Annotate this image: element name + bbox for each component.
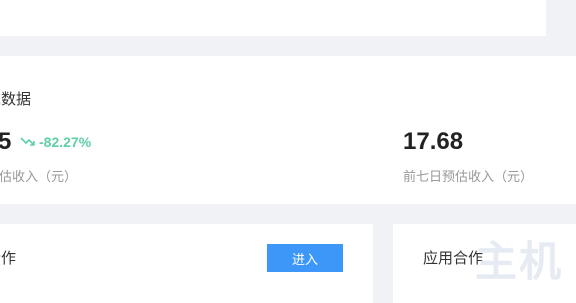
app-cooperation-card: 应用合作 主机 [393,224,576,303]
watermark: 主机 [475,237,564,286]
summary-title: 总数据 [0,91,32,108]
enter-button[interactable]: 进入 [267,244,343,272]
trend-percent: -82.27% [39,134,92,150]
app-cooperation-title: 应用合作 [423,250,484,267]
trend-down-icon [20,137,35,146]
estimated-income-value: 5 [0,128,12,155]
last-seven-days-value: 17.68 [403,128,464,155]
trend-indicator: -82.27% [20,134,91,150]
dashboard: 总数据 5 -82.27% 预估收入（元） 17.68 前七日预估收入（元） 合… [0,0,576,303]
cooperation-card: 合作 进入 [0,224,373,303]
last-seven-days-label: 前七日预估收入（元） [403,169,534,184]
estimated-income-label: 预估收入（元） [0,169,78,184]
summary-card: 总数据 5 -82.27% 预估收入（元） 17.68 前七日预估收入（元） [0,56,576,204]
top-card [0,0,546,36]
cooperation-title: 合作 [0,250,17,267]
